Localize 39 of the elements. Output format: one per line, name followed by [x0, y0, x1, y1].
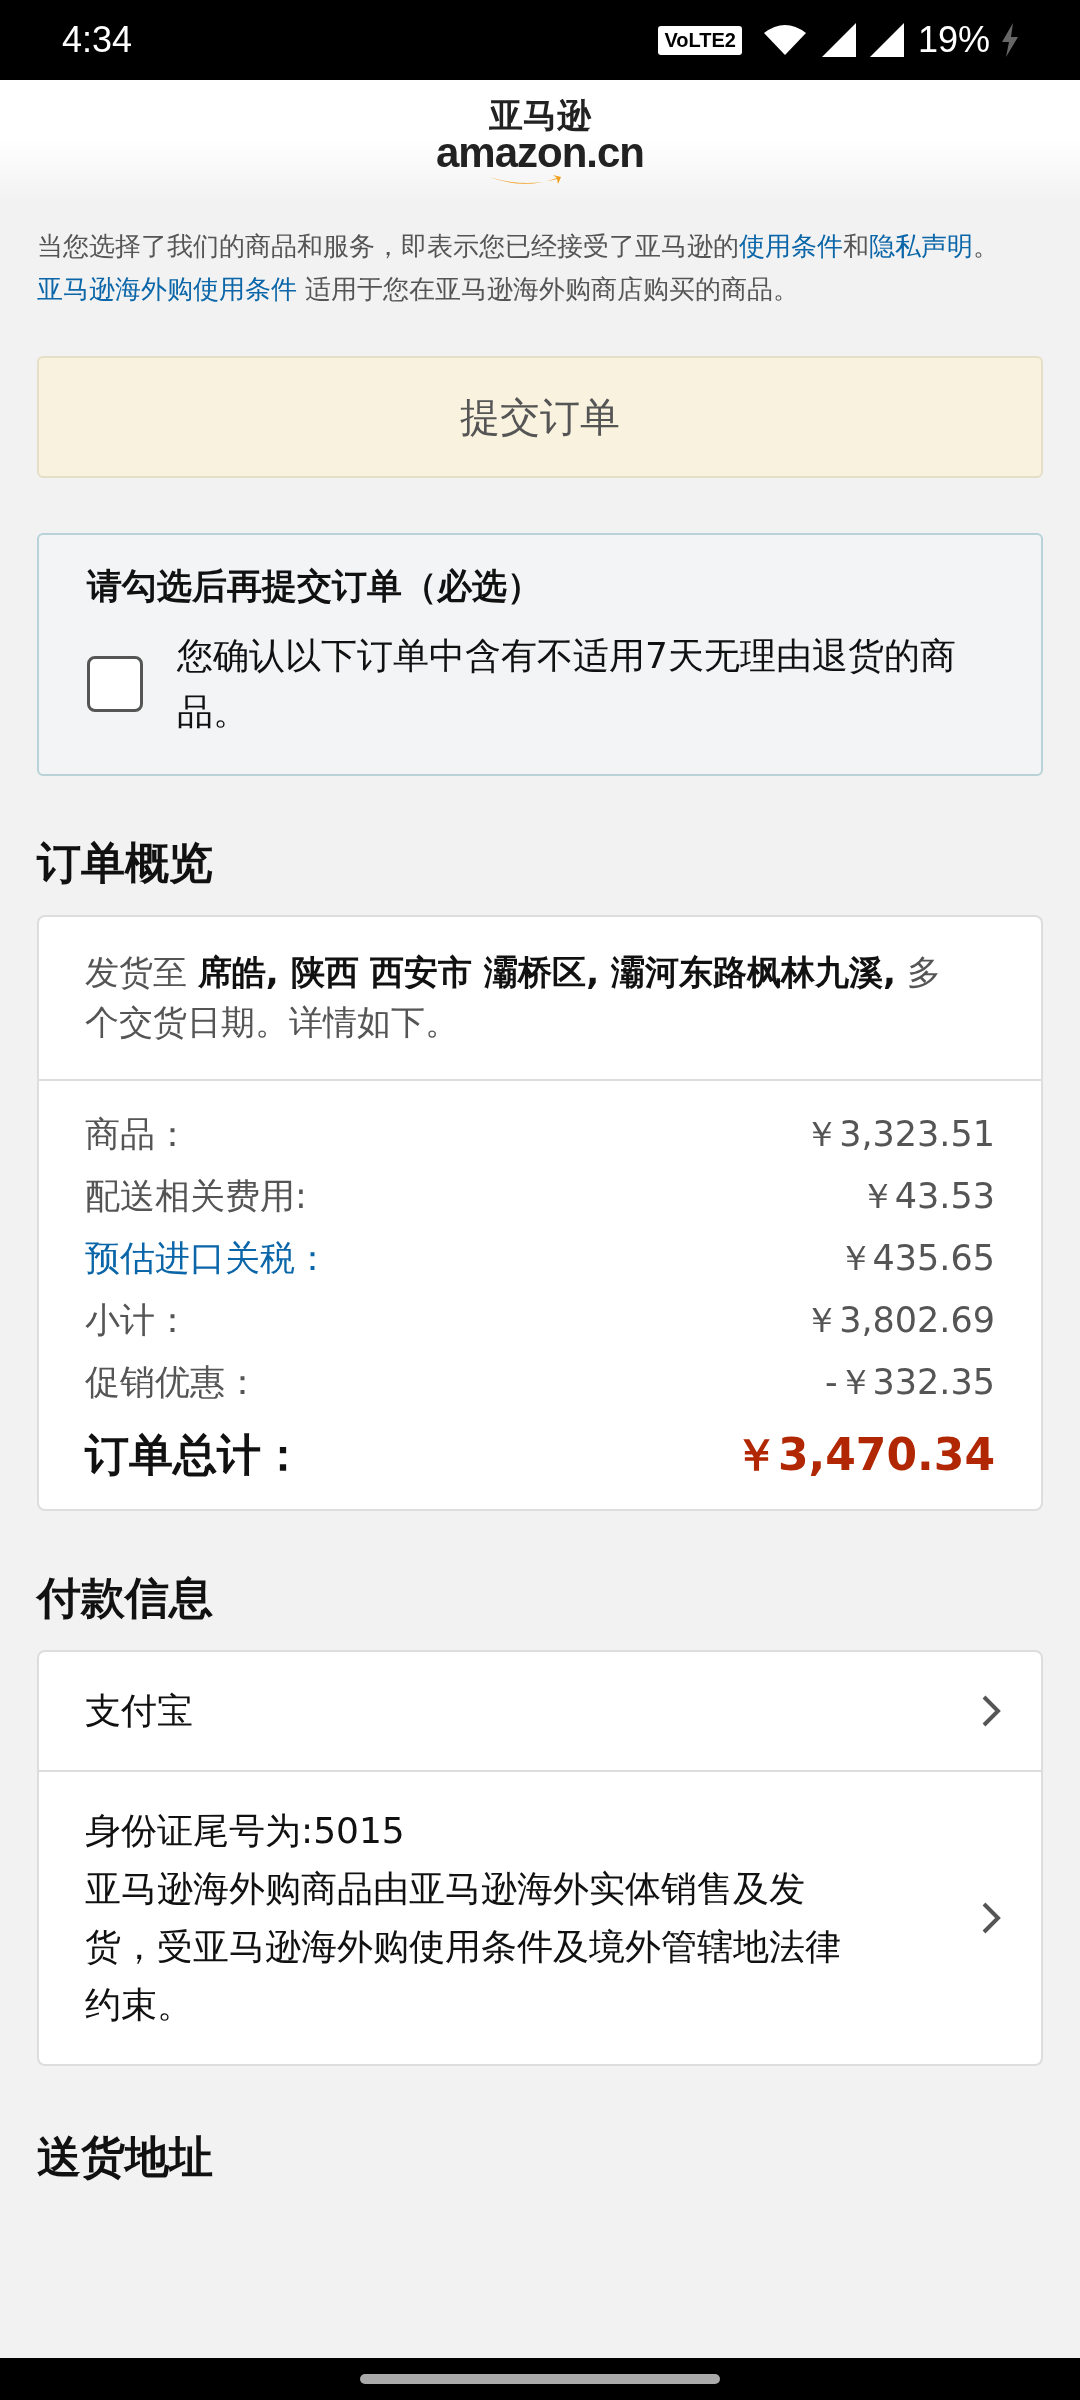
price-value: ￥435.65 — [837, 1237, 995, 1280]
terms-notice: 当您选择了我们的商品和服务，即表示您已经接受了亚马逊的使用条件和隐私声明。 亚马逊海外购使用条件 适用于您在亚马逊海外购商店购买的商品。 — [37, 230, 1000, 306]
total-label: 订单总计： — [85, 1428, 305, 1482]
price-label: 配送相关费用: — [85, 1175, 307, 1218]
section-heading: 送货地址 — [37, 2130, 214, 2184]
confirmation-title: 请勾选后再提交订单（必选） — [87, 565, 543, 608]
duty-link[interactable]: 预估进口关税： — [85, 1227, 330, 1289]
checkbox[interactable] — [87, 656, 143, 712]
submit-order-button[interactable]: 提交订单 — [37, 356, 1043, 478]
checkbox-label: 您确认以下订单中含有不适用7天无理由退货的商品。 — [177, 634, 957, 734]
shipping-address: 发货至 席皓, 陕西 西安市 灞桥区, 灞河东路枫林九溪, 多个交货日期。详情如下。 — [39, 917, 1041, 1081]
logo-text: 亚马逊 — [489, 98, 591, 132]
chevron-right-icon[interactable] — [981, 1694, 1001, 1728]
payment-text: 亚马逊海外购商品由亚马逊海外实体销售及发货，受亚马逊海外购使用条件及境外管辖地法律约束。 — [85, 1867, 842, 2027]
battery-percent: 19% — [917, 19, 990, 61]
price-value: ￥3,323.51 — [804, 1113, 995, 1156]
price-label: 小计： — [85, 1299, 190, 1342]
terms-link[interactable]: 亚马逊海外购使用条件 — [37, 274, 297, 304]
payment-text: 身份证尾号为:5015 — [85, 1809, 406, 1853]
charging-icon — [1000, 23, 1020, 57]
price-value: -￥332.35 — [824, 1361, 995, 1404]
terms-link[interactable]: 隐私声明 — [869, 231, 973, 261]
home-handle[interactable] — [360, 2374, 720, 2384]
signal-icon — [869, 23, 904, 57]
price-label: 商品： — [85, 1113, 190, 1156]
total-value: ￥3,470.34 — [733, 1428, 995, 1482]
price-value: ￥43.53 — [859, 1175, 995, 1218]
terms-link[interactable]: 使用条件 — [739, 231, 843, 261]
signal-icon — [821, 23, 856, 57]
chevron-right-icon[interactable] — [981, 1901, 1001, 1935]
wifi-icon — [761, 23, 808, 57]
price-value: ￥3,802.69 — [804, 1299, 995, 1342]
section-heading: 付款信息 — [37, 1571, 214, 1625]
logo-text: amazon.cn — [435, 132, 645, 174]
clock-time: 4:34 — [62, 19, 134, 61]
network-badge: VoLTE2 — [658, 25, 742, 55]
section-heading: 订单概览 — [37, 836, 214, 890]
payment-text: 支付宝 — [85, 1689, 194, 1733]
price-label: 促销优惠： — [85, 1361, 260, 1404]
